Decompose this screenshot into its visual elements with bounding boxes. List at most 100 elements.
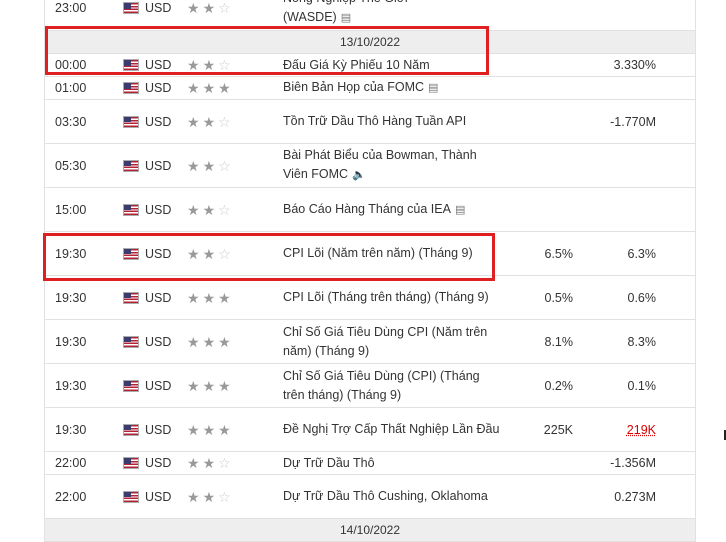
event-time: 01:00 [55, 81, 87, 95]
star-icon: ★ [218, 289, 231, 306]
table-row[interactable]: 22:00 USD ★ ★ ☆ Dự Trữ Dầu Thô -1.356M [45, 452, 695, 475]
table-row[interactable]: 23:00 USD ★★☆ Nông Nghiệp Thế Giới (WASD… [45, 0, 695, 31]
document-icon[interactable]: ▤ [428, 79, 438, 98]
event-name[interactable]: Biên Bản Họp của FOMC ▤ [283, 77, 503, 99]
table-row[interactable]: 05:30 USD ★ ★ ☆ Bài Phát Biểu của Bowman, Thà… [45, 144, 695, 188]
previous-value: 219K [580, 408, 656, 451]
table-row[interactable]: 19:30 USD ★ ★ ★ Chỉ Số Giá Tiêu Dùng (CPI) (T… [45, 364, 695, 408]
event-title: Dự Trữ Dầu Thô Cushing, Oklahoma [283, 489, 488, 503]
table-row[interactable]: 19:30 USD ★ ★ ★ CPI Lõi (Tháng trên tháng) (T… [45, 276, 695, 320]
us-flag-icon [123, 364, 139, 407]
importance-stars: ★ ★ ☆ [187, 0, 247, 30]
forecast-value [485, 77, 573, 99]
event-name[interactable]: Chỉ Số Giá Tiêu Dùng (CPI) (Tháng trên t… [283, 364, 503, 407]
event-name[interactable]: Dự Trữ Dầu Thô [283, 452, 503, 474]
table-row[interactable]: 19:30 USD ★ ★ ★ Chỉ Số Giá Tiêu Dùng CPI (Năm… [45, 320, 695, 364]
star-icon: ★ [202, 245, 216, 262]
event-time: 19:30 [55, 290, 87, 305]
star-icon: ★ [187, 0, 200, 16]
importance-stars: ★ ★ ☆ [187, 188, 247, 231]
event-name[interactable]: CPI Lõi (Tháng trên tháng) (Tháng 9) [283, 276, 503, 319]
table-row[interactable]: 01:00 USD ★ ★ ★ Biên Bản Họp của FOMC ▤ [45, 77, 695, 100]
table-row[interactable]: 19:30 USD ★ ★ ★ Đề Nghị Trợ Cấp Thất Nghiệp L… [45, 408, 695, 452]
event-name[interactable]: CPI Lõi (Năm trên năm) (Tháng 9) [283, 232, 503, 275]
forecast-value [485, 144, 573, 187]
star-icon: ★ [187, 289, 200, 306]
currency-label: USD [145, 81, 172, 95]
currency-label: USD [145, 422, 172, 437]
event-name[interactable]: Chỉ Số Giá Tiêu Dùng CPI (Năm trên năm) … [283, 320, 503, 363]
star-icon: ★ [187, 80, 200, 96]
event-title: CPI Lõi (Năm trên năm) (Tháng 9) [283, 246, 473, 260]
star-icon: ★ [202, 57, 216, 73]
event-name[interactable]: Đấu Giá Kỳ Phiếu 10 Năm [283, 54, 503, 76]
star-outline-icon: ☆ [218, 245, 231, 262]
star-outline-icon: ☆ [218, 113, 231, 130]
currency-label: USD [145, 158, 172, 173]
table-row[interactable]: 03:30 USD ★ ★ ☆ Tồn Trữ Dầu Thô Hàng Tuần API… [45, 100, 695, 144]
event-name[interactable]: Nông Nghiệp Thế Giới (WASDE) ▤ [283, 0, 503, 30]
document-icon[interactable]: ▤ [341, 9, 351, 28]
event-time: 19:30 [55, 378, 87, 393]
star-icon: ★ [218, 377, 231, 394]
forecast-value [485, 100, 573, 143]
event-name[interactable]: Tồn Trữ Dầu Thô Hàng Tuần API [283, 100, 503, 143]
star-icon: ★ [202, 421, 216, 438]
us-flag-icon [123, 188, 139, 231]
us-flag-icon [123, 77, 139, 99]
event-time: 05:30 [55, 158, 87, 173]
previous-text: -1.770M [610, 114, 656, 129]
currency-label: USD [145, 58, 172, 72]
date-row: 14/10/2022 [45, 519, 695, 542]
event-name[interactable]: Bài Phát Biểu của Bowman, Thành Viên FOM… [283, 144, 503, 187]
previous-value [580, 188, 656, 231]
event-time: 00:00 [55, 58, 87, 72]
importance-stars: ★ ★ ★ [187, 364, 247, 407]
star-icon: ★ [202, 0, 216, 16]
table-row[interactable]: 22:00 USD ★ ★ ☆ Dự Trữ Dầu Thô Cushing, Oklah… [45, 475, 695, 519]
event-title: Đề Nghị Trợ Cấp Thất Nghiệp Lần Đầu [283, 422, 500, 436]
economic-calendar-table: 23:00 USD ★★☆ Nông Nghiệp Thế Giới (WASD… [44, 0, 696, 542]
us-flag-icon [123, 320, 139, 363]
event-name[interactable]: Dự Trữ Dầu Thô Cushing, Oklahoma [283, 475, 503, 518]
event-name[interactable]: Báo Cáo Hàng Tháng của IEA ▤ [283, 188, 503, 231]
table-row[interactable]: 15:00 USD ★ ★ ☆ Báo Cáo Hàng Tháng của IEA ▤ [45, 188, 695, 232]
star-icon: ★ [202, 289, 216, 306]
us-flag-icon [123, 276, 139, 319]
previous-value [580, 144, 656, 187]
event-title: Chỉ Số Giá Tiêu Dùng (CPI) (Tháng trên t… [283, 368, 480, 402]
forecast-value [485, 452, 573, 474]
star-icon: ★ [202, 201, 216, 218]
event-time: 15:00 [55, 202, 87, 217]
table-row[interactable]: 19:30 USD ★ ★ ☆ CPI Lõi (Năm trên năm) (Tháng… [45, 232, 695, 276]
forecast-value: 8.1% [544, 334, 574, 349]
previous-value: -1.356M [580, 452, 656, 474]
page-margin [712, 0, 726, 530]
event-name[interactable]: Đề Nghị Trợ Cấp Thất Nghiệp Lần Đầu [283, 408, 503, 451]
event-title: CPI Lõi (Tháng trên tháng) (Tháng 9) [283, 290, 489, 304]
event-title: Bài Phát Biểu của Bowman, Thành Viên FOM… [283, 148, 477, 181]
currency-label: USD [145, 456, 172, 470]
table-row[interactable]: 00:00 USD ★ ★ ☆ Đấu Giá Kỳ Phiếu 10 Năm 3.330% [45, 54, 695, 77]
previous-text: 8.3% [627, 334, 657, 349]
speaker-icon[interactable]: 🔈 [352, 166, 366, 185]
star-icon: ★ [218, 333, 231, 350]
previous-text: 0.6% [627, 290, 657, 305]
currency-label: USD [145, 489, 172, 504]
forecast-value: 225K [543, 422, 573, 437]
star-icon: ★ [218, 421, 231, 438]
star-outline-icon: ☆ [218, 455, 231, 471]
us-flag-icon [123, 54, 139, 76]
currency-label: USD [145, 290, 172, 305]
importance-stars: ★ ★ ☆ [187, 54, 247, 76]
importance-stars: ★ ★ ☆ [187, 144, 247, 187]
forecast-value [485, 54, 573, 76]
star-icon: ★ [202, 80, 216, 96]
us-flag-icon [123, 144, 139, 187]
previous-text: 219K [626, 422, 656, 437]
us-flag-icon [123, 100, 139, 143]
document-icon[interactable]: ▤ [455, 201, 465, 220]
previous-text: -1.356M [610, 456, 656, 470]
star-icon: ★ [202, 455, 216, 471]
star-icon: ★ [202, 377, 216, 394]
